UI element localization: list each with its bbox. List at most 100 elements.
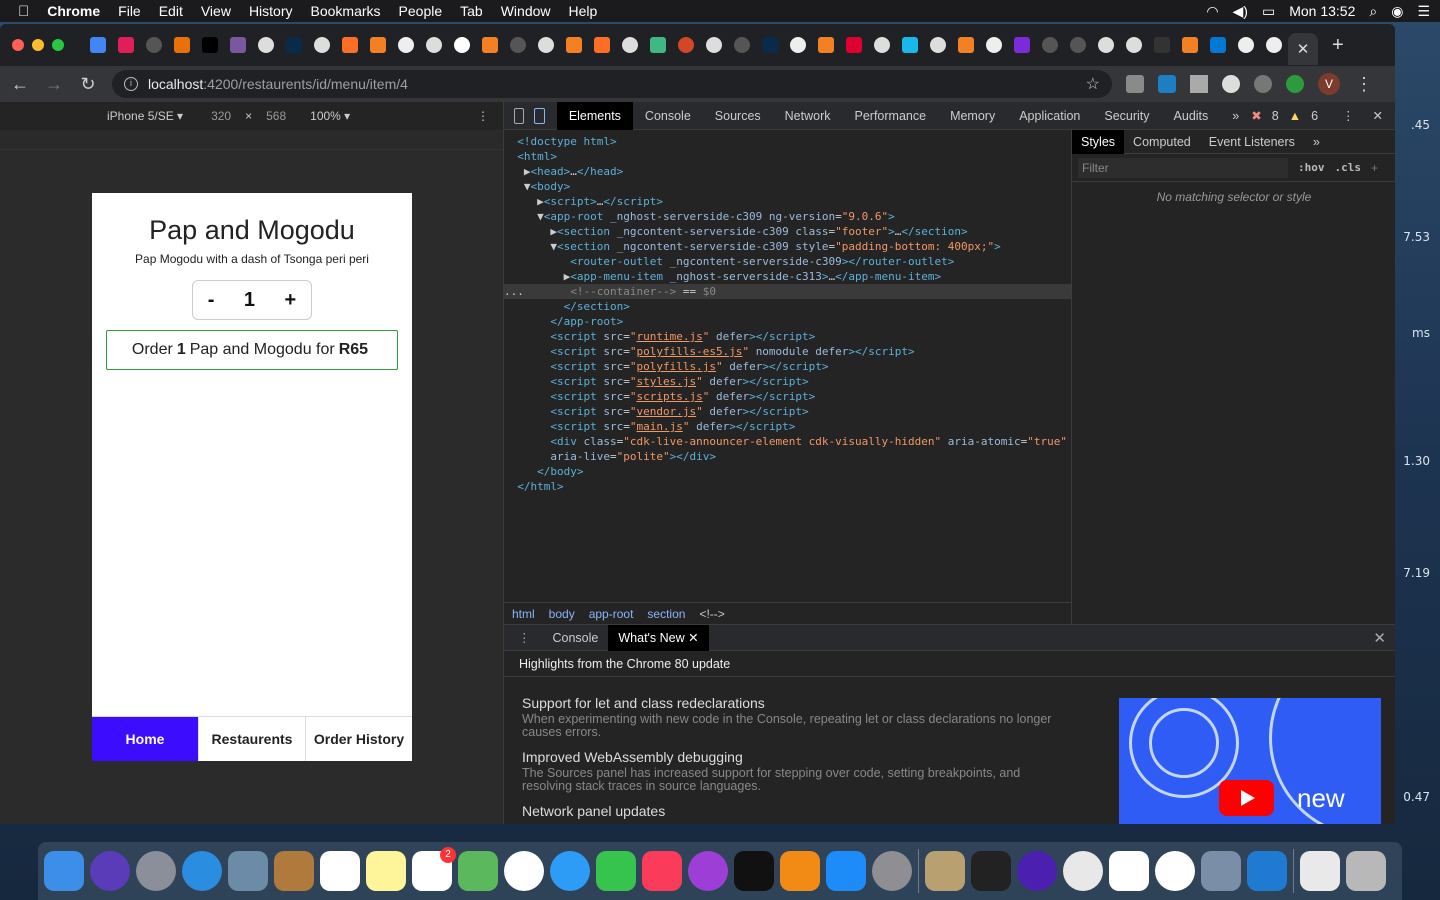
notes-icon[interactable] xyxy=(366,851,406,891)
tab-generic[interactable] xyxy=(1260,31,1288,59)
siri-icon[interactable] xyxy=(90,851,130,891)
control-list-icon[interactable]: ☰ xyxy=(1417,3,1430,20)
tab-styles[interactable]: Styles xyxy=(1072,129,1125,154)
menu-bookmarks[interactable]: Bookmarks xyxy=(311,3,381,19)
books-icon[interactable] xyxy=(780,851,820,891)
tab-d[interactable] xyxy=(280,31,308,59)
slack-icon[interactable] xyxy=(1109,851,1149,891)
menu-edit[interactable]: Edit xyxy=(159,3,183,19)
tab-gitlab[interactable] xyxy=(336,31,364,59)
nav-restaurants[interactable]: Restaurents xyxy=(198,717,305,761)
tab-docs[interactable] xyxy=(84,31,112,59)
news-title[interactable]: Improved WebAssembly debugging xyxy=(522,749,1064,765)
tab-purple[interactable] xyxy=(1008,31,1036,59)
dom-node[interactable]: <script src="polyfills-es5.js" nomodule … xyxy=(504,344,1071,359)
tab-generic[interactable] xyxy=(140,31,168,59)
tab-github[interactable] xyxy=(1120,31,1148,59)
app-icon[interactable] xyxy=(1201,851,1241,891)
close-drawer-icon[interactable]: ✕ xyxy=(1373,629,1386,647)
tab-gitlab[interactable] xyxy=(588,31,616,59)
menu-tab[interactable]: Tab xyxy=(460,3,483,19)
podcasts-icon[interactable] xyxy=(688,851,728,891)
tab-github[interactable] xyxy=(700,31,728,59)
order-button[interactable]: Order 1 Pap and Mogodu for R65 xyxy=(106,330,398,370)
wifi-icon[interactable]: ◠ xyxy=(1206,3,1218,20)
tab-outlook[interactable] xyxy=(1204,31,1232,59)
dom-node[interactable]: </body> xyxy=(504,464,1071,479)
vue-devtools-icon[interactable] xyxy=(1190,75,1208,93)
tab-stackoverflow[interactable] xyxy=(364,31,392,59)
dom-node[interactable]: <router-outlet _ngcontent-serverside-c30… xyxy=(504,254,1071,269)
dom-node[interactable]: <script src="runtime.js" defer></script> xyxy=(504,329,1071,344)
vscode-icon[interactable] xyxy=(1247,851,1287,891)
menu-people[interactable]: People xyxy=(399,3,443,19)
hov-toggle[interactable]: :hov xyxy=(1298,161,1325,174)
tab-generic[interactable] xyxy=(1036,31,1064,59)
menu-history[interactable]: History xyxy=(249,3,293,19)
forward-icon[interactable]: → xyxy=(44,74,64,95)
news-title[interactable]: Network panel updates xyxy=(522,803,1064,819)
zoom-select[interactable]: 100% ▾ xyxy=(310,109,350,123)
tab-powerpoint[interactable] xyxy=(672,31,700,59)
app-store-icon[interactable] xyxy=(826,851,866,891)
dom-node[interactable]: <script src="main.js" defer></script> xyxy=(504,419,1071,434)
dom-node-selected[interactable]: ... <!--container--> == $0 xyxy=(504,284,1071,299)
tab-angular[interactable] xyxy=(840,31,868,59)
dom-node[interactable]: </app-root> xyxy=(504,314,1071,329)
tab-generic[interactable] xyxy=(504,31,532,59)
tab-stackoverflow[interactable] xyxy=(476,31,504,59)
dom-node[interactable]: <html> xyxy=(504,149,1071,164)
whats-new-video-thumbnail[interactable]: new xyxy=(1119,698,1381,824)
volume-icon[interactable]: ◀) xyxy=(1233,3,1248,20)
dom-node[interactable]: <!doctype html> xyxy=(504,134,1071,149)
finder-icon[interactable] xyxy=(44,851,84,891)
settings-menu-icon[interactable]: ⋮ xyxy=(1342,108,1355,123)
dom-node[interactable]: ▼<section _ngcontent-serverside-c309 sty… xyxy=(504,239,1071,254)
tab-stackoverflow[interactable] xyxy=(1176,31,1204,59)
new-rule-icon[interactable]: + xyxy=(1371,161,1378,175)
music-icon[interactable] xyxy=(642,851,682,891)
bookmark-star-icon[interactable]: ☆ xyxy=(1086,74,1100,94)
app-icon[interactable] xyxy=(1017,851,1057,891)
tab-generic[interactable] xyxy=(784,31,812,59)
dom-node[interactable]: </html> xyxy=(504,479,1071,494)
calendar-icon[interactable] xyxy=(320,851,360,891)
styles-filter-input[interactable]: Filter xyxy=(1078,157,1288,178)
system-preferences-icon[interactable] xyxy=(872,851,912,891)
spotlight-icon[interactable]: ⌕ xyxy=(1369,3,1377,20)
close-window-icon[interactable] xyxy=(12,39,24,51)
apple-icon[interactable]:  xyxy=(18,3,29,20)
chrome-icon[interactable] xyxy=(1063,851,1103,891)
drawer-tab-whats-new[interactable]: What's New ✕ xyxy=(608,624,709,651)
tab-github[interactable] xyxy=(252,31,280,59)
clock[interactable]: Mon 13:52 xyxy=(1289,3,1355,19)
tab-generic[interactable] xyxy=(392,31,420,59)
trash-icon[interactable] xyxy=(1346,851,1386,891)
tab-github[interactable] xyxy=(420,31,448,59)
tab-stackoverflow[interactable] xyxy=(952,31,980,59)
tab-heroku[interactable] xyxy=(224,31,252,59)
dom-node[interactable]: ▶<script>…</script> xyxy=(504,194,1071,209)
dom-node[interactable]: <script src="vendor.js" defer></script> xyxy=(504,404,1071,419)
tab-stackoverflow[interactable] xyxy=(812,31,840,59)
tab-github[interactable] xyxy=(616,31,644,59)
back-icon[interactable]: ← xyxy=(10,74,30,95)
tab-vue[interactable] xyxy=(644,31,672,59)
tab-generic[interactable] xyxy=(1064,31,1092,59)
dom-node[interactable]: aria-live="polite"></div> xyxy=(504,449,1071,464)
close-devtools-icon[interactable]: ✕ xyxy=(1373,108,1383,123)
launchpad-icon[interactable] xyxy=(136,851,176,891)
safari-icon[interactable] xyxy=(182,851,222,891)
zoom-window-icon[interactable] xyxy=(52,39,64,51)
address-bar[interactable]: i localhost:4200/restaurents/id/menu/ite… xyxy=(112,70,1112,98)
tab-application[interactable]: Application xyxy=(1007,102,1092,130)
device-select[interactable]: iPhone 5/SE ▾ xyxy=(107,109,183,123)
messages-icon[interactable] xyxy=(550,851,590,891)
tab-nextjs[interactable] xyxy=(1148,31,1176,59)
cls-toggle[interactable]: .cls xyxy=(1335,161,1362,174)
more-tabs-icon[interactable]: » xyxy=(1220,102,1251,130)
battery-icon[interactable]: ▭ xyxy=(1262,3,1275,20)
tab-performance[interactable]: Performance xyxy=(843,102,939,130)
new-tab-icon[interactable]: + xyxy=(1332,34,1344,57)
app-icon[interactable] xyxy=(1155,851,1195,891)
